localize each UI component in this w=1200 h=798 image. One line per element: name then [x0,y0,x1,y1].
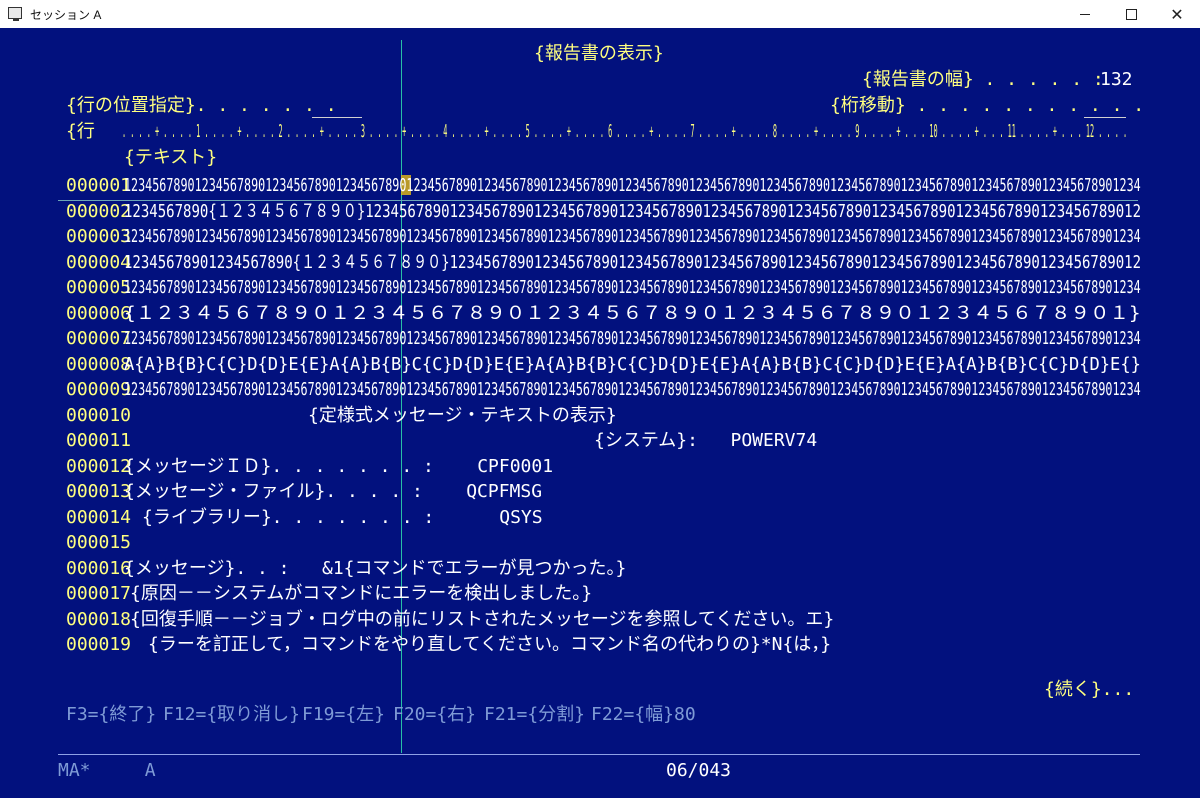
line-text: 1234567890123456789012345678901234567890… [124,226,1141,247]
line-position-label: {行の位置指定}. . . . . . . [66,95,337,116]
maximize-icon [1125,8,1137,20]
f19-key[interactable]: F19={左} [302,704,385,726]
line-text: {ラーを訂正して，コマンドをやり直してください。コマンド名の代わりの}*N{は，… [148,634,832,655]
f3-key[interactable]: F3={終了} [66,704,156,726]
line-number: 000017 [66,583,132,604]
line-text: {原因－－システムがコマンドにエラーを検出しました。} [130,583,593,604]
more-indicator: {続く}... [1044,679,1135,700]
line-text: 1234567890123456789012345678901234567890… [124,379,1141,400]
f12-key[interactable]: F12={取り消し} [163,704,300,726]
line-number: 000018 [66,609,132,630]
text-header: {テキスト} [124,147,218,168]
f21-key[interactable]: F21={分割} [484,704,585,726]
window-title: セッション A [30,8,102,22]
line-text: {１２３４５６７８９０１２３４５６７８９０１２３４５６７８９０１２３４５６７８９… [124,303,1141,324]
line-position-input[interactable] [312,117,362,118]
line-text: 1234567890123456789012345678901234567890… [124,277,1141,298]
line-number: 000019 [66,634,132,655]
line-number: 000009 [66,379,132,400]
line-number: 000015 [66,532,132,553]
line-text: {メッセージＩＤ}. . . . . . . : CPF0001 [124,456,554,477]
terminal-window: セッション A ✕ {報告書の表示} {報告書の幅} . . . . . : 1… [0,0,1200,798]
line-text: {ライブラリー}. . . . . . . : QSYS [142,507,543,528]
line-number: 000002 [66,201,132,222]
line-number: 000006 [66,303,132,324]
line-text: A{A}B{B}C{C}D{D}E{E}A{A}B{B}C{C}D{D}E{E}… [124,354,1141,375]
close-button[interactable]: ✕ [1154,0,1200,28]
line-text: {回復手順－－ジョブ・ログ中の前にリストされたメッセージを参照してください。エ} [130,609,835,630]
maximize-button[interactable] [1108,0,1154,28]
line-number: 000001 [66,175,132,196]
minimize-icon [1080,13,1090,15]
line-number: 000004 [66,252,132,273]
line-number: 000011 [66,430,132,451]
status-separator [58,754,1140,755]
column-ruler: . . . . + . . . . 1 . . . . + . . . . 2 … [122,121,1128,142]
line-text: {システム}: POWERV74 [594,430,818,451]
status-left: MA* A [58,760,156,781]
line-number: 000007 [66,328,132,349]
column-shift-label: {桁移動} . . . . . . . . . . . [830,95,1145,116]
line-number: 000010 [66,405,132,426]
line-text: 1234567890123456789012345678901234567890… [124,328,1141,349]
minimize-button[interactable] [1062,0,1108,28]
f22-key[interactable]: F22={幅}80 [591,704,696,726]
line-text: {メッセージ}. . : &1{コマンドでエラーが見つかった。} [124,558,627,579]
line-text: 1234567890123456789012345678901234567890… [124,175,1141,196]
line-text: 12345678901234567890{１２３４５６７８９０}12345678… [124,252,1142,273]
line-number: 000012 [66,456,132,477]
report-width-value: 132 [1100,69,1133,90]
cursor-position: 06/043 [666,760,732,781]
title-bar: セッション A ✕ [0,0,1200,28]
line-text: {定様式メッセージ・テキストの表示} [308,405,617,426]
terminal-app-icon [8,7,22,21]
line-number: 000008 [66,354,132,375]
screen-title: {報告書の表示} [534,43,664,64]
line-text: 1234567890{１２３４５６７８９０}123456789012345678… [124,201,1142,222]
line-number: 000013 [66,481,132,502]
column-shift-input[interactable] [1084,117,1126,118]
report-width-label: {報告書の幅} . . . . . : [862,69,1104,90]
line-text: {メッセージ・ファイル}. . . . : QCPFMSG [124,481,543,502]
close-icon: ✕ [1170,4,1184,24]
ruler-label: {行 [66,121,95,142]
line-number: 000003 [66,226,132,247]
line-number: 000005 [66,277,132,298]
line-number: 000014 [66,507,132,528]
line-number: 000016 [66,558,132,579]
f20-key[interactable]: F20={右} [393,704,476,726]
